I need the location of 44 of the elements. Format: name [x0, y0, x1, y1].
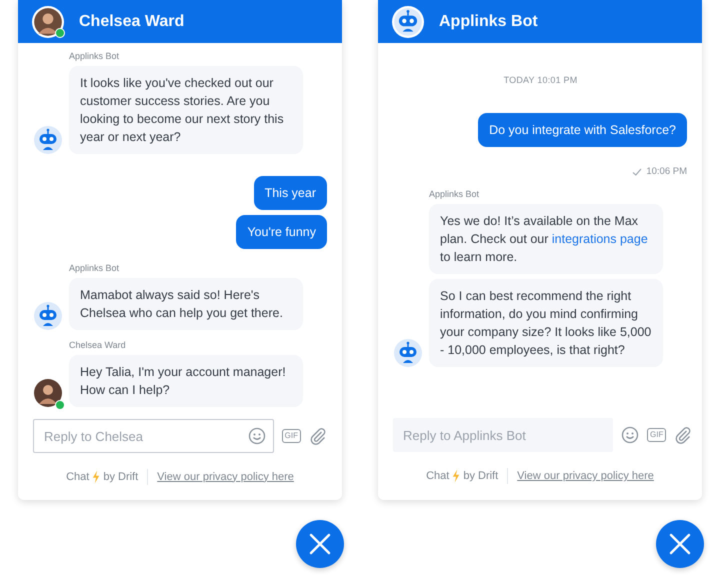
- lightning-icon: [92, 470, 100, 484]
- robot-avatar-icon: [34, 126, 62, 154]
- sender-name: Applinks Bot: [429, 189, 480, 199]
- sender-name: Applinks Bot: [69, 51, 120, 61]
- robot-avatar-icon: [392, 6, 424, 38]
- robot-avatar-icon: [34, 302, 62, 330]
- lightning-icon: [452, 469, 460, 483]
- close-icon: [308, 532, 332, 556]
- sent-message: You're funny: [236, 215, 327, 249]
- timestamp: TODAY 10:01 PM: [502, 75, 578, 85]
- person-avatar-icon: [34, 379, 62, 407]
- paperclip-icon[interactable]: [309, 427, 327, 445]
- drift-label: by Drift: [463, 470, 498, 482]
- drift-label: by Drift: [103, 470, 138, 482]
- close-button[interactable]: [296, 520, 344, 568]
- gif-button[interactable]: GIF: [282, 429, 301, 443]
- received-message: Hey Talia, I'm your account manager! How can I help?: [69, 355, 303, 407]
- integrations-link[interactable]: integrations page: [552, 232, 648, 246]
- sent-time: 10:06 PM: [646, 166, 687, 177]
- chat-label: Chat: [66, 470, 90, 482]
- sender-name: Applinks Bot: [69, 263, 120, 273]
- chat-title: Applinks Bot: [439, 12, 538, 30]
- chat-label: Chat: [426, 470, 450, 482]
- received-message: It looks like you've checked out our customer success stories. Are you looking to become our next story this year or next year?: [69, 66, 303, 154]
- paperclip-icon[interactable]: [674, 426, 692, 444]
- privacy-link[interactable]: View our privacy policy here: [517, 470, 654, 482]
- sent-message: This year: [254, 176, 327, 210]
- received-message: Mamabot always said so! Here's Chelsea who can help you get there.: [69, 278, 303, 330]
- privacy-link[interactable]: View our privacy policy here: [157, 470, 294, 482]
- emoji-icon[interactable]: [248, 427, 266, 445]
- emoji-icon[interactable]: [621, 426, 639, 444]
- checkmark-icon: [632, 168, 642, 176]
- sent-message: Do you integrate with Salesforce?: [478, 113, 687, 147]
- robot-avatar-icon: [394, 339, 422, 367]
- received-message: Yes we do! It’s available on the Max plan. Check out our integrations page to learn more.: [429, 204, 663, 274]
- close-button[interactable]: [656, 520, 704, 568]
- reply-field[interactable]: Reply to Chelsea: [33, 419, 274, 453]
- gif-button[interactable]: GIF: [647, 428, 666, 442]
- chat-title: Chelsea Ward: [79, 12, 184, 30]
- close-icon: [668, 532, 692, 556]
- person-avatar-icon: [32, 6, 64, 38]
- sender-name: Chelsea Ward: [69, 340, 126, 350]
- received-message: So I can best recommend the right information, do you mind confirming your company size? It looks like 5,000 - 10,000 employees, is that right?: [429, 279, 663, 367]
- reply-field[interactable]: Reply to Applinks Bot: [393, 418, 613, 452]
